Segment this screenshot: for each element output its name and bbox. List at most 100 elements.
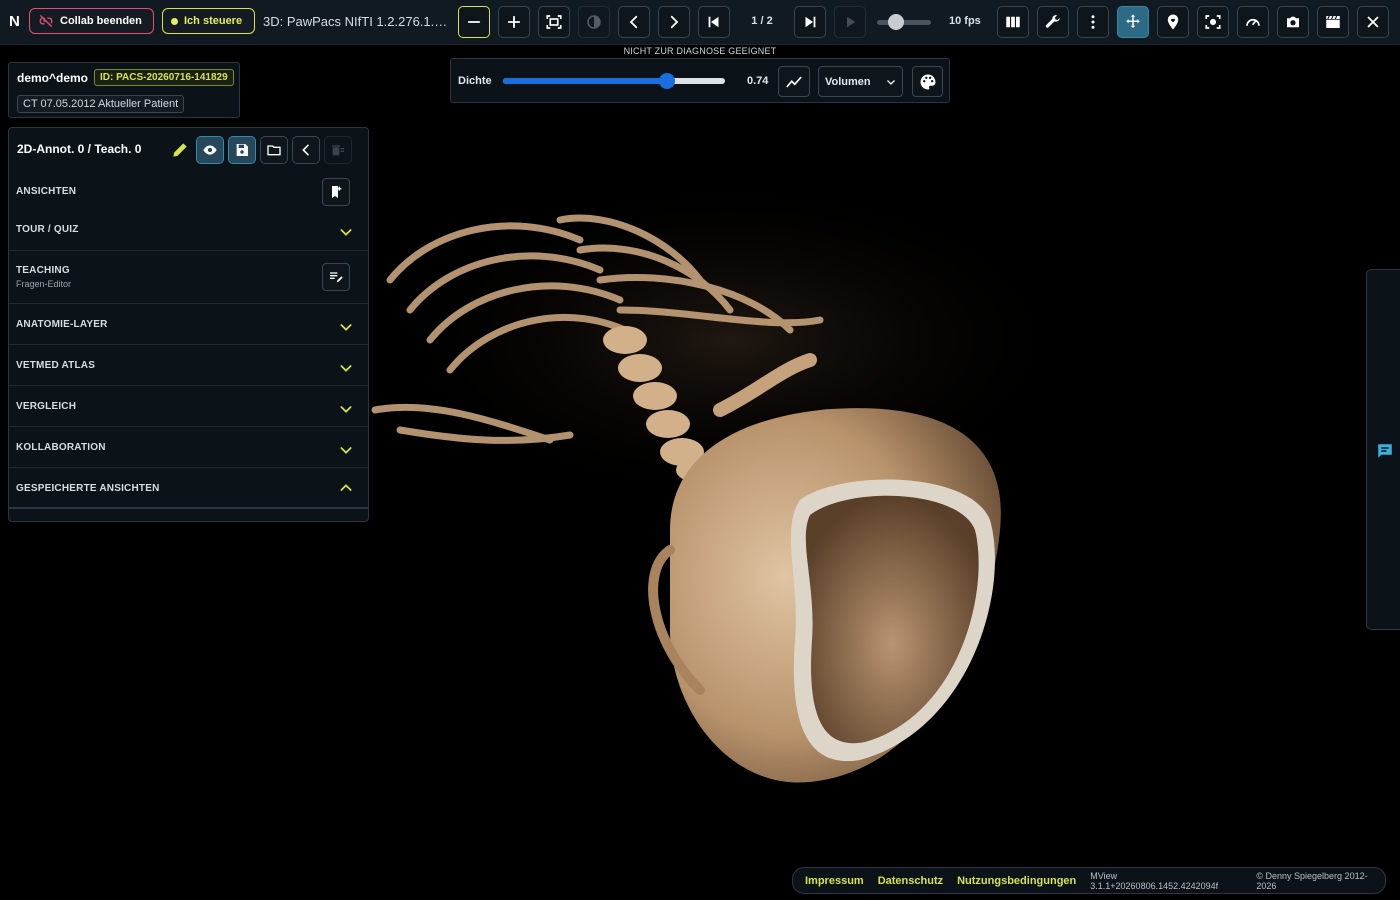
- fit-view-button[interactable]: [538, 6, 570, 38]
- chevron-left-icon: [629, 15, 638, 29]
- speedometer-icon: [1246, 18, 1260, 26]
- pan-tool-button[interactable]: [1117, 6, 1149, 38]
- privacy-link[interactable]: Datenschutz: [878, 875, 943, 887]
- layout-button[interactable]: [997, 6, 1029, 38]
- section-teaching-sub: Fragen-Editor: [16, 279, 72, 289]
- anatomy-pin-button[interactable]: [1157, 6, 1189, 38]
- density-label: Dichte: [458, 75, 492, 87]
- close-button[interactable]: [1357, 6, 1389, 38]
- contrast-icon: [587, 15, 601, 29]
- density-slider[interactable]: [503, 73, 725, 89]
- wrench-icon: [1045, 15, 1060, 28]
- add-view-button[interactable]: [322, 178, 350, 206]
- section-vetmed-atlas[interactable]: VETMED ATLAS: [9, 344, 368, 385]
- section-tour-label: TOUR / QUIZ: [16, 224, 79, 235]
- chevron-down-icon: [340, 406, 352, 413]
- folder-icon: [267, 145, 281, 156]
- end-collab-label: Collab beenden: [60, 15, 142, 27]
- collapse-panel-button[interactable]: [292, 136, 320, 164]
- line-chart-icon: [786, 76, 802, 87]
- fit-screen-icon: [546, 15, 562, 29]
- floppy-disk-icon: [236, 144, 248, 156]
- impressum-link[interactable]: Impressum: [805, 875, 864, 887]
- version-label: MView 3.1.1+20260806.1452.4242094f: [1090, 870, 1219, 891]
- section-collab-label: KOLLABORATION: [16, 442, 106, 453]
- section-views[interactable]: ANSICHTEN: [9, 172, 368, 212]
- section-saved-label: GESPEICHERTE ANSICHTEN: [16, 483, 160, 494]
- steering-indicator[interactable]: Ich steuere: [162, 8, 255, 34]
- chat-drawer-tab[interactable]: [1366, 269, 1400, 630]
- chevron-down-icon: [340, 447, 352, 454]
- transfer-curve-button[interactable]: [778, 66, 810, 97]
- section-compare-label: VERGLEICH: [16, 401, 77, 412]
- chevron-right-icon: [670, 15, 679, 29]
- dots-vertical-icon: [1091, 15, 1095, 29]
- play-button[interactable]: [834, 6, 866, 38]
- focus-button[interactable]: [1197, 6, 1229, 38]
- tools-button[interactable]: [1037, 6, 1069, 38]
- fps-label: 10 fps: [949, 15, 981, 27]
- contrast-button[interactable]: [578, 6, 610, 38]
- panel-header: 2D-Annot. 0 / Teach. 0: [9, 128, 368, 172]
- chevron-down-icon: [887, 80, 895, 85]
- screenshot-button[interactable]: [1277, 6, 1309, 38]
- fps-slider[interactable]: [877, 20, 931, 25]
- chevron-left-icon: [302, 144, 309, 156]
- patient-id-badge: ID: PACS-20260716-141829: [94, 69, 234, 86]
- render-mode-value: Volumen: [825, 76, 871, 88]
- first-frame-button[interactable]: [698, 6, 730, 38]
- status-dot-icon: [171, 17, 178, 25]
- brand-logo[interactable]: N: [9, 13, 20, 30]
- volume-render-canvas[interactable]: [370, 170, 1090, 810]
- section-tour-quiz[interactable]: TOUR / QUIZ: [9, 212, 368, 250]
- section-teaching-label: TEACHING: [16, 265, 70, 276]
- open-folder-button[interactable]: [260, 136, 288, 164]
- copyright-label: © Denny Spiegelberg 2012-2026: [1256, 870, 1368, 891]
- footer-bar: Impressum Datenschutz Nutzungsbedingunge…: [792, 867, 1386, 894]
- section-anatomy-layer[interactable]: ANATOMIE-LAYER: [9, 303, 368, 344]
- terms-link[interactable]: Nutzungsbedingungen: [957, 875, 1076, 887]
- pencil-icon[interactable]: [170, 140, 190, 160]
- section-views-label: ANSICHTEN: [16, 186, 77, 197]
- center-focus-icon: [1205, 15, 1221, 29]
- save-button[interactable]: [228, 136, 256, 164]
- toggle-visibility-button[interactable]: [196, 136, 224, 164]
- video-button[interactable]: [1317, 6, 1349, 38]
- last-frame-button[interactable]: [794, 6, 826, 38]
- color-palette-button[interactable]: [912, 66, 943, 97]
- skip-last-icon: [805, 16, 816, 28]
- end-collab-button[interactable]: Collab beenden: [29, 8, 154, 34]
- section-saved-views[interactable]: GESPEICHERTE ANSICHTEN: [9, 467, 368, 509]
- frame-counter: 1 / 2: [751, 15, 773, 27]
- section-collaboration[interactable]: KOLLABORATION: [9, 426, 368, 467]
- more-menu-button[interactable]: [1077, 6, 1109, 38]
- section-teaching[interactable]: TEACHING Fragen-Editor: [9, 250, 368, 303]
- density-slider-thumb[interactable]: [659, 73, 676, 89]
- patient-name: demo^demo: [17, 71, 89, 85]
- zoom-in-button[interactable]: [498, 6, 530, 38]
- eye-icon: [203, 145, 217, 155]
- palette-icon: [920, 74, 935, 89]
- study-chip[interactable]: CT 07.05.2012 Aktueller Patient: [17, 95, 185, 113]
- render-mode-select[interactable]: Volumen: [818, 66, 903, 97]
- chevron-down-icon: [340, 229, 352, 236]
- fps-slider-thumb[interactable]: [888, 14, 904, 30]
- delete-annotations-button[interactable]: [324, 136, 352, 164]
- camera-icon: [1287, 16, 1299, 28]
- zoom-out-button[interactable]: [458, 6, 490, 38]
- trash-icon: [332, 145, 344, 156]
- top-toolbar: N Collab beenden Ich steuere 3D: PawPacs…: [0, 0, 1400, 45]
- next-button[interactable]: [658, 6, 690, 38]
- section-compare[interactable]: VERGLEICH: [9, 385, 368, 426]
- patient-card: demo^demo ID: PACS-20260716-141829 CT 07…: [8, 62, 240, 118]
- heart-pin-icon: [1167, 14, 1179, 30]
- steering-label: Ich steuere: [184, 15, 243, 27]
- density-value: 0.74: [747, 75, 769, 87]
- close-icon: [1367, 16, 1379, 28]
- previous-button[interactable]: [618, 6, 650, 38]
- performance-button[interactable]: [1237, 6, 1269, 38]
- diagnosis-warning: NICHT ZUR DIAGNOSE GEEIGNET: [623, 46, 777, 56]
- question-editor-button[interactable]: [322, 263, 350, 291]
- skull: [648, 408, 1001, 783]
- move-icon: [1126, 14, 1140, 28]
